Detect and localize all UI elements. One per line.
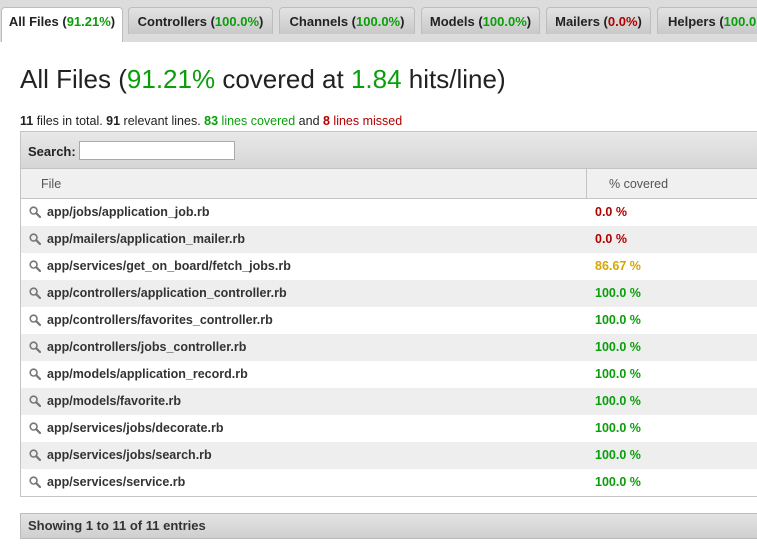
magnifier-icon[interactable]: [29, 233, 42, 246]
file-link[interactable]: app/services/jobs/decorate.rb: [47, 421, 223, 435]
tab-label: Helpers: [668, 14, 716, 29]
coverage-value: 100.0 %: [595, 475, 641, 489]
magnifier-icon[interactable]: [29, 287, 42, 300]
tab-bar: All Files (91.21%) Controllers (100.0%) …: [0, 0, 757, 42]
magnifier-icon[interactable]: [29, 368, 42, 381]
coverage-value: 100.0 %: [595, 448, 641, 462]
relevant-count: 91: [106, 114, 121, 128]
tab-pct: 100.0: [723, 14, 757, 29]
coverage-value: 100.0 %: [595, 286, 641, 300]
search-label: Search:: [28, 144, 76, 159]
tab-pct: 91.21%: [66, 14, 111, 29]
table-row: app/services/jobs/search.rb 100.0 %: [21, 442, 757, 469]
covered-percent: 91.21%: [126, 64, 216, 94]
coverage-summary: 11 files in total. 91 relevant lines. 83…: [20, 114, 403, 128]
entries-info: Showing 1 to 11 of 11 entries: [28, 518, 206, 533]
magnifier-icon[interactable]: [29, 314, 42, 327]
tab-label: Models: [429, 14, 475, 29]
tab-all-files[interactable]: All Files (91.21%): [1, 7, 123, 42]
column-divider: [586, 169, 587, 198]
coverage-value: 86.67 %: [595, 259, 641, 273]
column-header-file[interactable]: File: [41, 177, 61, 191]
column-header-coverage[interactable]: % covered: [609, 177, 668, 191]
magnifier-icon[interactable]: [29, 341, 42, 354]
table-row: app/controllers/application_controller.r…: [21, 280, 757, 307]
tab-controllers[interactable]: Controllers (100.0%): [128, 7, 273, 34]
table-row: app/models/favorite.rb 100.0 %: [21, 388, 757, 415]
file-link[interactable]: app/models/favorite.rb: [47, 394, 181, 408]
tab-pct: 100.0%: [482, 14, 527, 29]
file-link[interactable]: app/jobs/application_job.rb: [47, 205, 210, 219]
hits-per-line: 1.84: [350, 64, 402, 94]
tab-label: Controllers: [137, 14, 207, 29]
tab-pct: 100.0%: [214, 14, 260, 29]
file-link[interactable]: app/services/jobs/search.rb: [47, 448, 212, 462]
coverage-value: 0.0 %: [595, 232, 627, 246]
magnifier-icon[interactable]: [29, 395, 42, 408]
tab-label: Channels: [289, 14, 349, 29]
table-row: app/controllers/jobs_controller.rb 100.0 …: [21, 334, 757, 361]
table-row: app/controllers/favorites_controller.rb 1…: [21, 307, 757, 334]
magnifier-icon[interactable]: [29, 422, 42, 435]
table-row: app/services/jobs/decorate.rb 100.0 %: [21, 415, 757, 442]
tab-models[interactable]: Models (100.0%): [421, 7, 540, 34]
table-row: app/services/service.rb 100.0 %: [21, 469, 757, 496]
search-input[interactable]: [79, 141, 235, 160]
file-table-panel: Search: File % covered app/jobs/applicat…: [20, 131, 757, 497]
tab-pct: 100.0%: [356, 14, 401, 29]
tab-label: Mailers: [555, 14, 600, 29]
tab-label: All Files: [8, 14, 59, 29]
coverage-value: 100.0 %: [595, 340, 641, 354]
covered-count: 83: [204, 114, 219, 128]
file-link[interactable]: app/services/get_on_board/fetch_jobs.rb: [47, 259, 291, 273]
file-link[interactable]: app/controllers/jobs_controller.rb: [47, 340, 246, 354]
files-count: 11: [20, 114, 34, 128]
coverage-value: 100.0 %: [595, 394, 641, 408]
page-title: All Files (91.21% covered at 1.84 hits/l…: [20, 64, 506, 94]
table-header: File % covered: [21, 169, 757, 199]
coverage-value: 0.0 %: [595, 205, 627, 219]
table-row: app/jobs/application_job.rb 0.0 %: [21, 199, 757, 226]
search-bar: Search:: [21, 132, 757, 169]
tab-pct: 0.0%: [607, 14, 638, 29]
magnifier-icon[interactable]: [29, 476, 42, 489]
magnifier-icon[interactable]: [29, 260, 42, 273]
table-info: Showing 1 to 11 of 11 entries: [20, 513, 757, 539]
tab-mailers[interactable]: Mailers (0.0%): [546, 7, 651, 34]
coverage-value: 100.0 %: [595, 367, 641, 381]
magnifier-icon[interactable]: [29, 449, 42, 462]
file-link[interactable]: app/controllers/application_controller.r…: [47, 286, 287, 300]
tab-channels[interactable]: Channels (100.0%): [279, 7, 415, 34]
table-row: app/services/get_on_board/fetch_jobs.rb 8…: [21, 253, 757, 280]
coverage-value: 100.0 %: [595, 421, 641, 435]
file-link[interactable]: app/services/service.rb: [47, 475, 185, 489]
missed-count: 8: [323, 114, 330, 128]
file-link[interactable]: app/controllers/favorites_controller.rb: [47, 313, 273, 327]
table-body: app/jobs/application_job.rb 0.0 % app/mail…: [21, 199, 757, 496]
file-link[interactable]: app/mailers/application_mailer.rb: [47, 232, 245, 246]
coverage-value: 100.0 %: [595, 313, 641, 327]
table-row: app/mailers/application_mailer.rb 0.0 %: [21, 226, 757, 253]
table-row: app/models/application_record.rb 100.0 %: [21, 361, 757, 388]
tab-helpers[interactable]: Helpers (100.0: [657, 7, 757, 34]
magnifier-icon[interactable]: [29, 206, 42, 219]
file-link[interactable]: app/models/application_record.rb: [47, 367, 248, 381]
